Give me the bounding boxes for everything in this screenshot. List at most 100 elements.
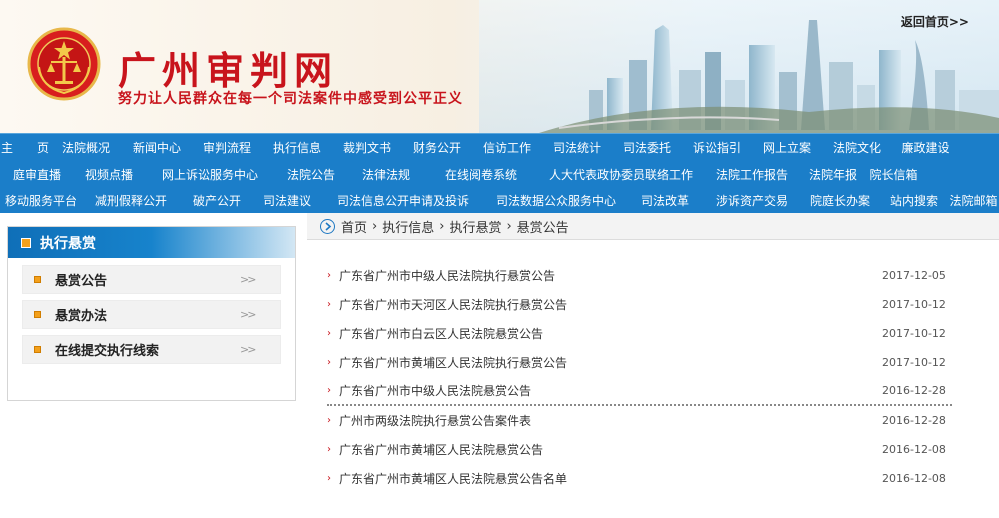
nav-row: 移动服务平台 减刑假释公开 破产公开 司法建议 司法信息公开申请及投诉 司法数据公众服务中…: [0, 187, 999, 213]
nav-item[interactable]: 庭审直播: [0, 166, 74, 183]
site-header: 广州审判网 努力让人民群众在每一个司法案件中感受到公平正义 返回首页>>: [0, 0, 999, 133]
breadcrumb-reward-notice: 悬赏公告: [516, 220, 569, 236]
sidebar-list: 悬赏公告 >> 悬赏办法 >> 在线提交执行线索 >>: [8, 258, 295, 364]
nav-item[interactable]: 法院邮箱: [948, 192, 999, 209]
bullet-icon: ›: [327, 385, 331, 396]
nav-item[interactable]: 人大代表政协委员联络工作: [536, 166, 706, 183]
nav-item[interactable]: 法院年报: [798, 166, 868, 183]
nav-item[interactable]: 网上立案: [752, 139, 822, 156]
nav-row: 主 页法院概况 新闻中心 审判流程 执行信息 裁判文书 财务公开 信访工作 司法统计 司法委托诉…: [0, 134, 999, 161]
nav-item[interactable]: 主 页: [0, 139, 50, 156]
nav-item[interactable]: 司法统计: [542, 139, 612, 156]
list-item[interactable]: › 广东省广州市黄埔区人民法院悬赏公告名单 2016-12-08: [327, 464, 952, 493]
nav-item[interactable]: 院长信箱: [868, 166, 919, 183]
sidebar-item-reward-rules[interactable]: 悬赏办法 >>: [22, 300, 281, 329]
nav-item[interactable]: 法院公告: [276, 166, 346, 183]
nav-item[interactable]: 诉讼指引: [682, 139, 752, 156]
notice-title[interactable]: 广东省广州市黄埔区人民法院执行悬赏公告: [339, 354, 882, 371]
nav-item[interactable]: 司法信息公开申请及投诉: [320, 192, 486, 209]
nav-item[interactable]: 财务公开: [402, 139, 472, 156]
nav-item[interactable]: 站内搜索: [880, 192, 948, 209]
breadcrumb-separator: ›: [506, 218, 512, 234]
nav-row: 庭审直播 视频点播 网上诉讼服务中心 法院公告 法律法规 在线阅卷系统 人大代表政协委员联络…: [0, 161, 999, 187]
breadcrumb-separator: ›: [372, 218, 378, 234]
nav-item[interactable]: 网上诉讼服务中心: [144, 166, 276, 183]
back-home-link[interactable]: 返回首页>>: [901, 13, 969, 30]
bullet-icon: ›: [327, 299, 331, 310]
notice-date: 2017-10-12: [882, 298, 946, 311]
nav-item[interactable]: 法院文化: [822, 139, 892, 156]
list-item[interactable]: › 广东省广州市黄埔区人民法院执行悬赏公告 2017-10-12: [327, 348, 952, 377]
nav-item[interactable]: 破产公开: [180, 192, 254, 209]
nav-item[interactable]: 移动服务平台: [0, 192, 82, 209]
notice-date: 2017-12-05: [882, 269, 946, 282]
nav-item[interactable]: 减刑假释公开: [82, 192, 180, 209]
nav-item[interactable]: 裁判文书: [332, 139, 402, 156]
notice-title[interactable]: 广东省广州市天河区人民法院执行悬赏公告: [339, 296, 882, 313]
bullet-icon: [34, 276, 41, 283]
site-slogan: 努力让人民群众在每一个司法案件中感受到公平正义: [118, 91, 463, 107]
notice-title[interactable]: 广东省广州市黄埔区人民法院悬赏公告名单: [339, 470, 882, 487]
sidebar-item-submit-clue[interactable]: 在线提交执行线索 >>: [22, 335, 281, 364]
bullet-icon: [34, 346, 41, 353]
breadcrumb-home[interactable]: 首页: [341, 217, 367, 236]
nav-item[interactable]: 院庭长办案: [800, 192, 880, 209]
breadcrumb-enforcement-info[interactable]: 执行信息: [382, 217, 434, 236]
notice-title[interactable]: 广东省广州市中级人民法院悬赏公告: [339, 382, 882, 399]
nav-item[interactable]: 司法委托: [612, 139, 682, 156]
bullet-icon: ›: [327, 328, 331, 339]
nav-item[interactable]: 司法改革: [626, 192, 704, 209]
bullet-icon: ›: [327, 444, 331, 455]
nav-item[interactable]: 司法数据公众服务中心: [486, 192, 626, 209]
notice-date: 2016-12-28: [882, 414, 946, 427]
nav-item[interactable]: 视频点播: [74, 166, 144, 183]
notice-date: 2017-10-12: [882, 356, 946, 369]
bullet-icon: ›: [327, 270, 331, 281]
notice-title[interactable]: 广东省广州市白云区人民法院悬赏公告: [339, 325, 882, 342]
arrow-circle-icon: [320, 218, 335, 234]
sidebar-item-label: 悬赏公告: [55, 274, 108, 289]
nav-item[interactable]: 法院概况: [50, 139, 122, 156]
sidebar-item-reward-notice[interactable]: 悬赏公告 >>: [22, 265, 281, 294]
double-chevron-icon: >>: [240, 273, 256, 286]
list-item[interactable]: › 广东省广州市黄埔区人民法院悬赏公告 2016-12-08: [327, 435, 952, 464]
list-item[interactable]: › 广东省广州市白云区人民法院悬赏公告 2017-10-12: [327, 319, 952, 348]
double-chevron-icon: >>: [240, 308, 256, 321]
list-item[interactable]: › 广东省广州市中级人民法院执行悬赏公告 2017-12-05: [327, 261, 952, 290]
notice-title[interactable]: 广州市两级法院执行悬赏公告案件表: [339, 412, 882, 429]
notice-title[interactable]: 广东省广州市中级人民法院执行悬赏公告: [339, 267, 882, 284]
nav-item[interactable]: 执行信息: [262, 139, 332, 156]
notice-title[interactable]: 广东省广州市黄埔区人民法院悬赏公告: [339, 441, 882, 458]
bullet-icon: ›: [327, 357, 331, 368]
nav-item[interactable]: 新闻中心: [122, 139, 192, 156]
nav-item[interactable]: 廉政建设: [892, 139, 959, 156]
list-item[interactable]: › 广州市两级法院执行悬赏公告案件表 2016-12-28: [327, 406, 952, 435]
bullet-icon: [34, 311, 41, 318]
nav-item[interactable]: 司法建议: [254, 192, 320, 209]
notice-date: 2017-10-12: [882, 327, 946, 340]
nav-item[interactable]: 信访工作: [472, 139, 542, 156]
sidebar-item-label: 悬赏办法: [55, 309, 108, 324]
main-navigation: 主 页法院概况 新闻中心 审判流程 执行信息 裁判文书 财务公开 信访工作 司法统计 司法委托诉…: [0, 133, 999, 213]
nav-item[interactable]: 审判流程: [192, 139, 262, 156]
list-item[interactable]: › 广东省广州市中级人民法院悬赏公告 2016-12-28: [327, 377, 952, 406]
sidebar-item-label: 在线提交执行线索: [55, 344, 160, 359]
sidebar-header: 执行悬赏: [8, 227, 295, 258]
sidebar-title: 执行悬赏: [40, 235, 96, 252]
bullet-icon: ›: [327, 415, 331, 426]
site-title: 广州审判网: [118, 48, 339, 93]
nav-item[interactable]: 涉诉资产交易: [704, 192, 800, 209]
sidebar-panel: 执行悬赏 悬赏公告 >> 悬赏办法 >> 在线提交执行线索 >>: [7, 226, 296, 401]
list-item[interactable]: › 广东省广州市天河区人民法院执行悬赏公告 2017-10-12: [327, 290, 952, 319]
notice-date: 2016-12-08: [882, 472, 946, 485]
notice-date: 2016-12-08: [882, 443, 946, 456]
main-panel: 首页 › 执行信息 › 执行悬赏 › 悬赏公告 › 广东省广州市中级人民法院执行…: [307, 213, 999, 518]
nav-item[interactable]: 在线阅卷系统: [426, 166, 536, 183]
nav-item[interactable]: 法院工作报告: [706, 166, 798, 183]
breadcrumb-enforcement-reward[interactable]: 执行悬赏: [449, 217, 501, 236]
nav-item[interactable]: 法律法规: [346, 166, 426, 183]
content-area: 执行悬赏 悬赏公告 >> 悬赏办法 >> 在线提交执行线索 >> 首页 › 执行…: [0, 213, 999, 518]
breadcrumb-separator: ›: [439, 218, 445, 234]
bullet-icon: ›: [327, 473, 331, 484]
court-emblem-icon: [27, 27, 101, 101]
